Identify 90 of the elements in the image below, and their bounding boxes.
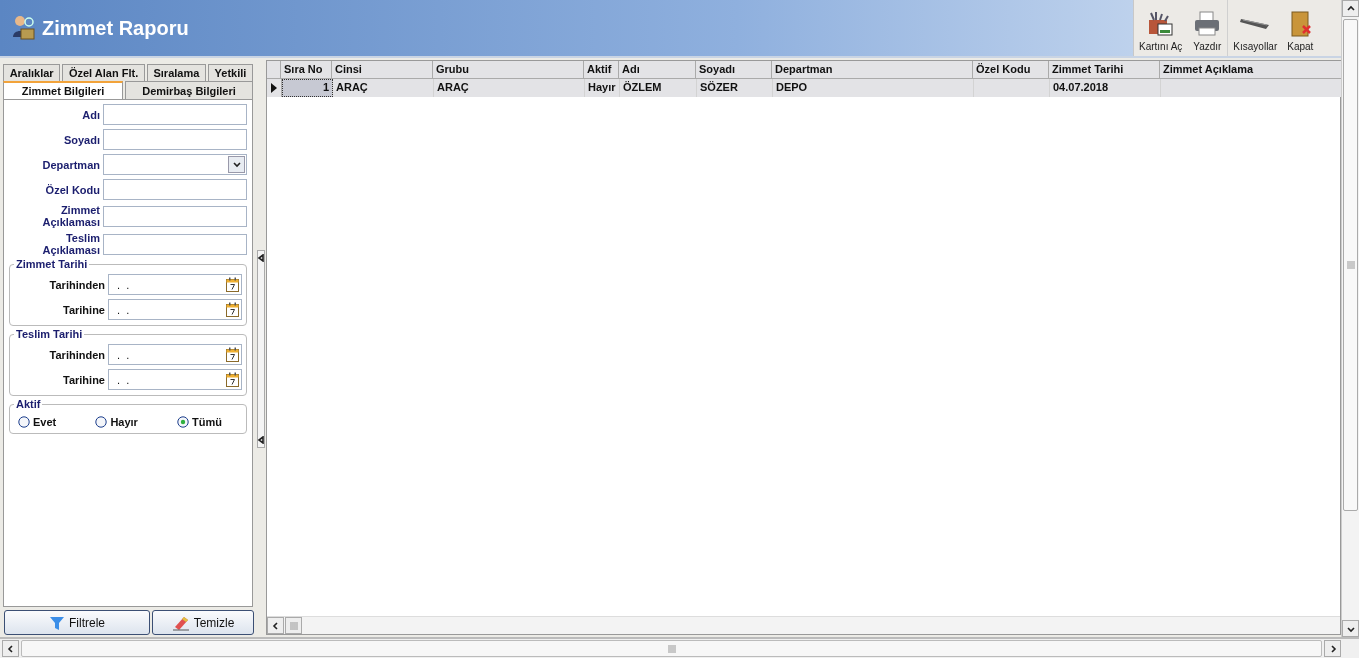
table-cell: ÖZLEM	[620, 79, 697, 97]
table-cell: 04.07.2018	[1050, 79, 1161, 97]
scroll-grip-icon	[289, 621, 298, 630]
calendar-icon[interactable]	[226, 347, 239, 362]
eraser-icon	[171, 614, 190, 631]
column-header[interactable]: Özel Kodu	[973, 61, 1049, 79]
field-label: Departman	[41, 158, 100, 171]
date-field[interactable]: . .	[108, 369, 242, 390]
tab[interactable]: Zimmet Bilgileri	[3, 81, 123, 99]
radio-button[interactable]	[95, 416, 108, 428]
chevron-up-icon	[1346, 4, 1355, 13]
filter-button[interactable]: Filtrele	[4, 610, 150, 635]
column-header[interactable]: Adı	[619, 61, 696, 79]
date-field[interactable]: . .	[108, 274, 242, 295]
date-field[interactable]: . .	[108, 299, 242, 320]
column-header[interactable]: Cinsi	[332, 61, 433, 79]
caret-left-icon	[257, 253, 265, 262]
field-label: Tarihinden	[48, 278, 105, 291]
field-label: Tarihine	[62, 303, 105, 316]
group-title: Zimmet Tarihi	[14, 258, 90, 270]
splitter-handle[interactable]	[257, 249, 265, 448]
column-header[interactable]: Zimmet Tarihi	[1049, 61, 1160, 79]
scroll-left-button[interactable]	[2, 640, 19, 657]
table-cell: SÖZER	[697, 79, 773, 97]
column-header[interactable]: Grubu	[433, 61, 584, 79]
input-field[interactable]	[103, 129, 247, 150]
radio-button[interactable]	[177, 416, 190, 428]
table-cell: Hayır	[585, 79, 620, 97]
door-exit-icon	[1288, 10, 1313, 38]
field-label: Adı	[81, 108, 100, 121]
radio-option[interactable]: Evet	[18, 416, 57, 428]
date-field[interactable]: . .	[108, 344, 242, 365]
column-header[interactable]: Zimmet Açıklama	[1160, 61, 1342, 79]
keyboard-icon	[1240, 18, 1271, 30]
scroll-grip-icon	[667, 644, 676, 653]
chevron-right-icon	[1328, 644, 1337, 653]
input-field[interactable]	[103, 104, 247, 125]
calendar-icon[interactable]	[226, 372, 239, 387]
calendar-icon[interactable]	[226, 277, 239, 292]
tab[interactable]: Demirbaş Bilgileri	[125, 81, 253, 99]
radio-button[interactable]	[18, 416, 30, 428]
table-cell: ARAÇ	[333, 79, 434, 97]
field-label: Zimmet Açıklaması	[41, 204, 100, 228]
window-title: Zimmet Raporu	[42, 16, 189, 40]
scroll-left-button[interactable]	[267, 617, 284, 634]
column-header[interactable]: Aktif	[584, 61, 619, 79]
table-cell: DEPO	[773, 79, 974, 97]
scroll-right-button[interactable]	[1324, 640, 1341, 657]
scroll-grip-icon	[1346, 261, 1355, 269]
tab[interactable]: Aralıklar	[3, 64, 61, 81]
toolbar-button[interactable]: Yazdır	[1187, 0, 1228, 56]
chevron-down-icon	[1346, 624, 1355, 633]
filter-icon	[49, 614, 65, 631]
dropdown-field[interactable]	[103, 154, 247, 175]
table-cell: 1	[282, 79, 333, 97]
tab[interactable]: Özel Alan Flt.	[62, 64, 145, 81]
tab[interactable]: Yetkili	[207, 64, 254, 81]
field-label: Soyadı	[62, 133, 100, 146]
field-label: Tarihine	[62, 373, 105, 386]
radio-option[interactable]: Tümü	[177, 416, 222, 428]
scroll-down-button[interactable]	[1342, 620, 1359, 637]
radio-option[interactable]: Hayır	[95, 416, 138, 428]
toolbar-button[interactable]: Kısayollar	[1227, 0, 1283, 56]
group-title: Teslim Tarihi	[14, 328, 85, 340]
field-label: Teslim Açıklaması	[41, 232, 100, 256]
group-title: Aktif	[14, 398, 43, 410]
current-row-icon	[271, 83, 277, 93]
tab[interactable]: Sıralama	[146, 64, 206, 81]
scroll-thumb[interactable]	[285, 617, 302, 634]
chevron-left-icon	[6, 644, 15, 653]
scroll-thumb[interactable]	[1343, 19, 1358, 511]
input-field[interactable]	[103, 233, 247, 255]
toolbar-button[interactable]: Kapat	[1282, 0, 1319, 56]
column-header[interactable]: Soyadı	[696, 61, 772, 79]
clear-button[interactable]: Temizle	[152, 610, 254, 635]
chevron-down-icon	[232, 160, 241, 169]
column-header[interactable]: Departman	[772, 61, 973, 79]
person-folder-icon	[12, 15, 36, 41]
scroll-thumb[interactable]	[21, 640, 1322, 657]
input-field[interactable]	[103, 205, 247, 227]
caret-left-icon	[257, 435, 265, 444]
toolbar-button[interactable]: Kartını Aç	[1134, 0, 1188, 56]
chevron-left-icon	[271, 621, 280, 630]
column-header[interactable]: Sıra No	[281, 61, 332, 79]
field-label: Özel Kodu	[44, 183, 100, 196]
input-field[interactable]	[103, 179, 247, 200]
calendar-icon[interactable]	[226, 302, 239, 317]
table-cell: ARAÇ	[434, 79, 585, 97]
field-label: Tarihinden	[48, 348, 105, 361]
scroll-up-button[interactable]	[1342, 0, 1359, 17]
